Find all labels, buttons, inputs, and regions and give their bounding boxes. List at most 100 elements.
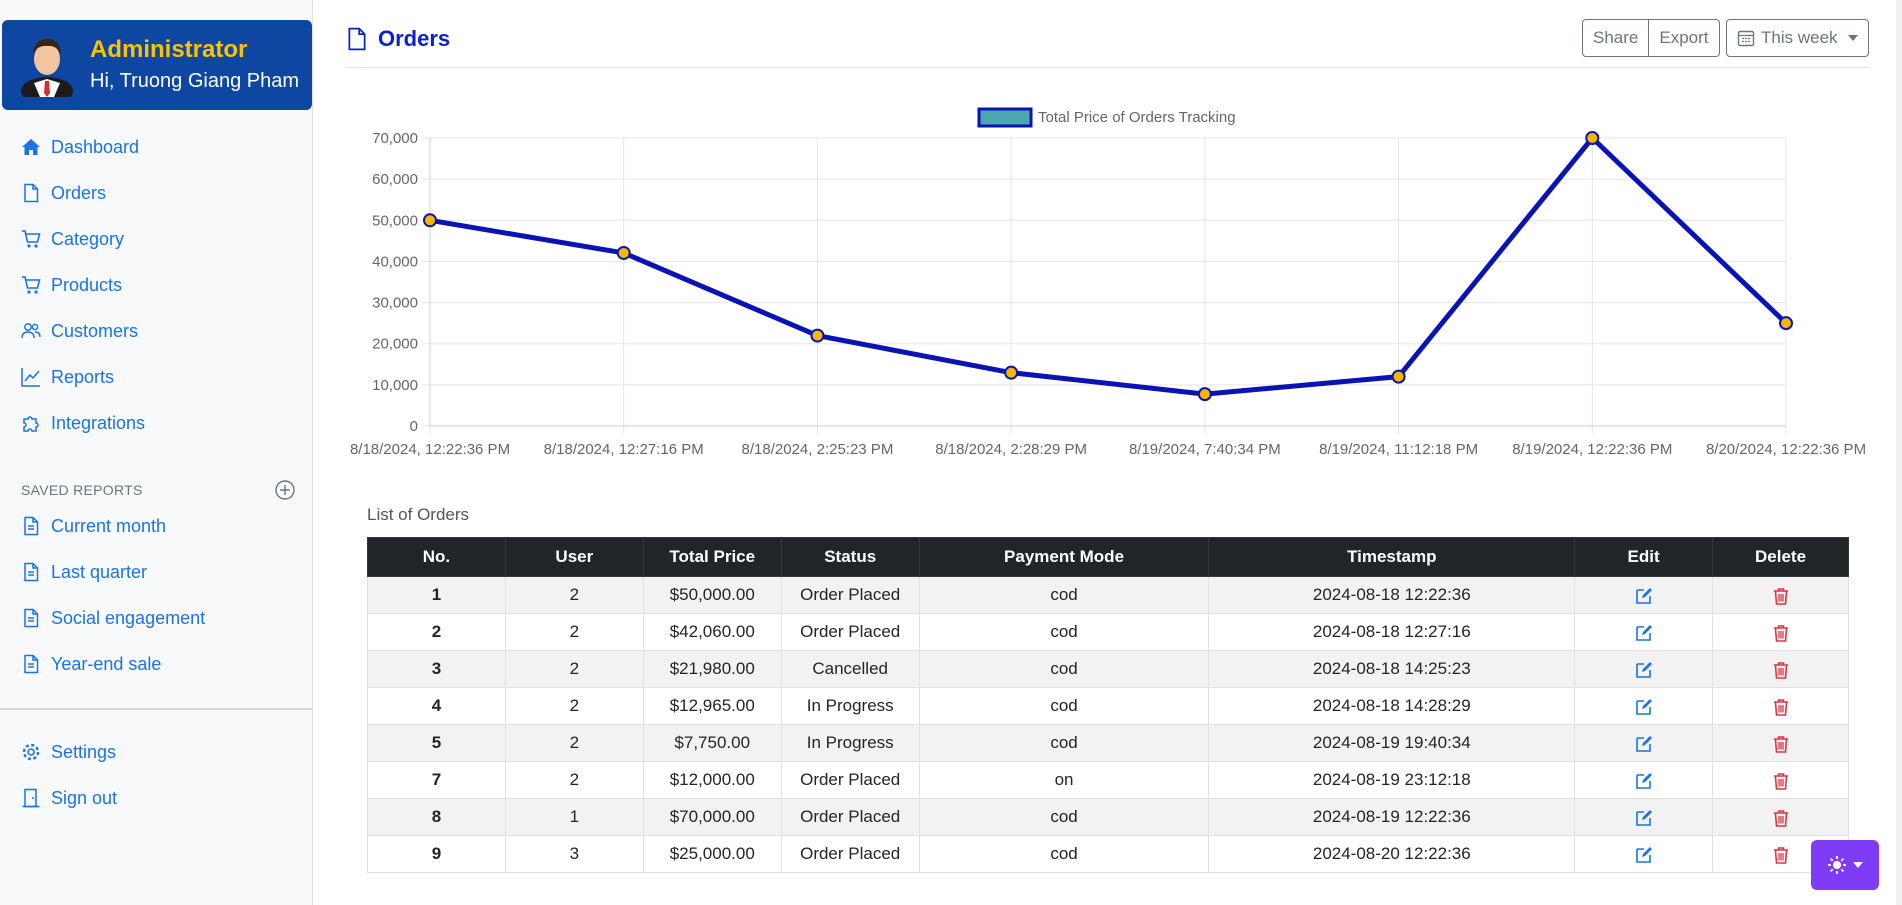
sidebar-item-settings[interactable]: Settings [0,729,313,775]
trash-icon[interactable] [1772,846,1790,864]
column-header: Payment Mode [918,537,1210,577]
file-icon [348,27,366,51]
chevron-down-icon [1847,35,1858,41]
table-cell: 2 [504,613,644,651]
chart-svg: Total Price of Orders Tracking 0 10,000 20… [350,107,1866,458]
scrollbar[interactable] [1896,0,1902,905]
column-header: Delete [1712,537,1849,577]
edit-icon[interactable] [1635,809,1653,827]
edit-cell [1574,724,1714,762]
trash-icon[interactable] [1772,587,1790,605]
table-cell: $21,980.00 [642,650,782,688]
puzzle-icon [20,412,42,434]
sidebar-item-current-month[interactable]: Current month [0,503,313,549]
table-cell: Order Placed [780,835,920,873]
sidebar-item-label: Last quarter [51,561,148,582]
table-cell: Order Placed [780,576,920,614]
bottom-nav: Settings Sign out [0,729,313,821]
sidebar-item-label: Integrations [51,412,146,433]
trash-icon[interactable] [1772,661,1790,679]
table-cell: on [918,761,1210,799]
saved-reports-header: SAVED REPORTS [21,479,296,501]
table-cell: Order Placed [780,613,920,651]
door-icon [20,787,42,809]
edit-icon[interactable] [1635,735,1653,753]
sidebar-item-category[interactable]: Category [0,216,313,262]
sidebar-item-label: Reports [51,366,115,387]
table-cell: 8 [367,798,506,836]
delete-cell [1712,613,1849,651]
table-cell: $42,060.00 [642,613,782,651]
table-cell: 2024-08-19 12:22:36 [1208,798,1576,836]
trash-icon[interactable] [1772,735,1790,753]
x-tick-label: 8/18/2024, 2:25:23 PM [742,441,894,458]
sidebar-item-year-end-sale[interactable]: Year-end sale [0,641,313,687]
delete-cell [1712,724,1849,762]
sidebar-item-dashboard[interactable]: Dashboard [0,124,313,170]
trash-icon[interactable] [1772,698,1790,716]
sidebar-item-social-engagement[interactable]: Social engagement [0,595,313,641]
legend-swatch [977,107,1033,128]
table-cell: cod [918,650,1210,688]
edit-icon[interactable] [1635,846,1653,864]
table-cell: 2024-08-19 23:12:18 [1208,761,1576,799]
sidebar-item-label: Category [51,228,125,249]
table-cell: cod [918,798,1210,836]
table-row: 5 2 $7,750.00 In Progress cod 2024-08-19 19:4… [367,724,1849,762]
edit-cell [1574,687,1714,725]
file-icon [20,182,42,204]
trash-icon[interactable] [1772,809,1790,827]
table-row: 8 1 $70,000.00 Order Placed cod 2024-08-19 12… [367,798,1849,836]
trash-icon[interactable] [1772,772,1790,790]
y-tick-label: 10,000 [372,377,418,394]
sidebar-item-reports[interactable]: Reports [0,354,313,400]
table-cell: 2 [504,576,644,614]
data-point [1004,365,1019,380]
column-header: Status [780,537,920,577]
edit-icon[interactable] [1635,698,1653,716]
avatar [21,39,73,97]
table-row: 2 2 $42,060.00 Order Placed cod 2024-08-18 12… [367,613,1849,651]
edit-icon[interactable] [1635,624,1653,642]
table-cell: 2024-08-18 14:28:29 [1208,687,1576,725]
table-cell: 4 [367,687,506,725]
cart-icon [20,228,42,250]
sidebar-item-customers[interactable]: Customers [0,308,313,354]
share-button[interactable]: Share [1582,19,1650,57]
profile-greeting: Hi, Truong Giang Pham [90,70,299,92]
edit-icon[interactable] [1635,587,1653,605]
edit-cell [1574,798,1714,836]
edit-icon[interactable] [1635,661,1653,679]
sidebar-item-orders[interactable]: Orders [0,170,313,216]
sidebar-item-last-quarter[interactable]: Last quarter [0,549,313,595]
column-header: No. [367,537,506,577]
y-tick-label: 20,000 [372,336,418,353]
table-cell: cod [918,613,1210,651]
y-tick-label: 40,000 [372,253,418,270]
trash-icon[interactable] [1772,624,1790,642]
add-report-icon[interactable] [274,479,296,501]
orders-table: No. User Total Price Status Payment Mode Time… [367,537,1849,873]
export-button[interactable]: Export [1649,19,1720,57]
x-tick-label: 8/20/2024, 12:22:36 PM [1706,441,1866,458]
sidebar-item-sign-out[interactable]: Sign out [0,775,313,821]
table-cell: Order Placed [780,798,920,836]
edit-icon[interactable] [1635,772,1653,790]
x-tick-label: 8/19/2024, 11:12:18 PM [1319,441,1478,458]
data-point [1779,316,1793,331]
sidebar-item-label: Dashboard [51,136,140,157]
table-cell: cod [918,687,1210,725]
document-icon [20,515,42,537]
gear-icon [20,741,42,763]
table-cell: $50,000.00 [642,576,782,614]
delete-cell [1712,761,1849,799]
table-cell: 3 [504,835,644,873]
table-row: 4 2 $12,965.00 In Progress cod 2024-08-18 14:… [367,687,1849,725]
theme-toggle-button[interactable] [1811,840,1879,890]
sidebar-item-integrations[interactable]: Integrations [0,400,313,446]
column-header: Edit [1574,537,1714,577]
data-point [616,245,631,260]
period-dropdown[interactable]: This week [1726,19,1869,57]
chart-line-icon [20,366,42,388]
sidebar-item-products[interactable]: Products [0,262,313,308]
